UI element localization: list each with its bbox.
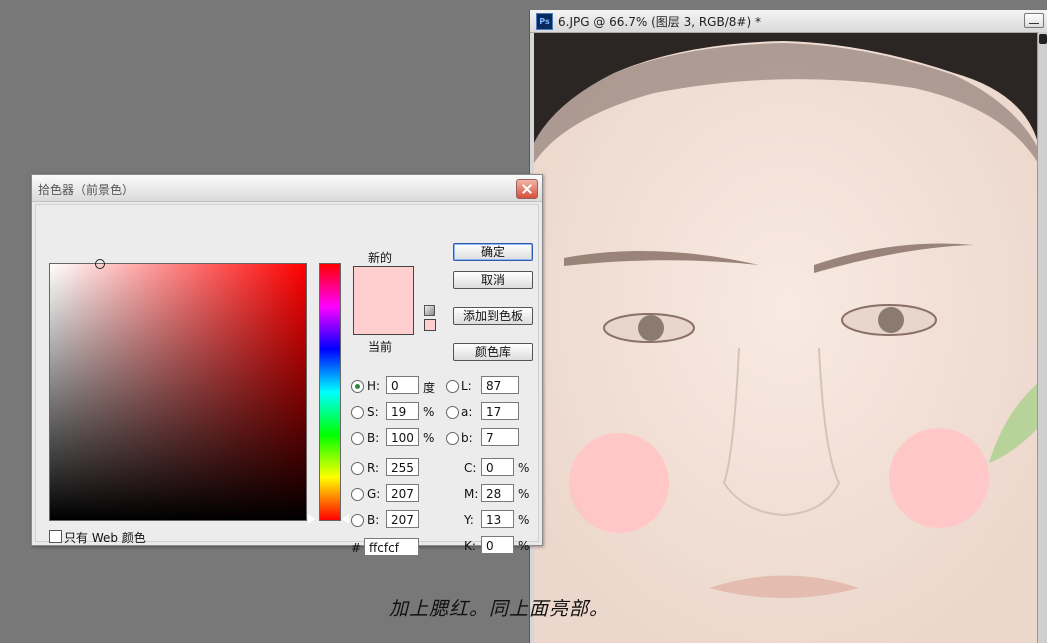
dialog-body: 新的 当前 确定 取消 添加到色板 颜色库 H: 0 度 S: 19 % B: …: [35, 204, 539, 556]
gamut-correction-swatch[interactable]: [424, 319, 436, 331]
document-scrollbar[interactable]: [1037, 32, 1047, 643]
lab-l-radio[interactable]: [446, 380, 459, 393]
blue-radio[interactable]: [351, 514, 364, 527]
cancel-button[interactable]: 取消: [453, 271, 533, 289]
hex-label: #: [351, 541, 362, 555]
web-colors-only-label: 只有 Web 颜色: [64, 531, 146, 545]
hue-slider-left-arrow[interactable]: [308, 514, 315, 524]
photo-canvas[interactable]: [534, 33, 1038, 643]
blue-label: B:: [367, 513, 380, 527]
lab-b-input[interactable]: 7: [481, 428, 519, 446]
lab-l-label: L:: [461, 379, 472, 393]
hue-label: H:: [367, 379, 381, 393]
saturation-unit: %: [423, 405, 435, 419]
color-picker-dialog: 拾色器（前景色） 新的 当前 确定 取消 添加到色板 颜色库 H: 0 度 S:…: [31, 174, 543, 556]
red-label: R:: [367, 461, 380, 475]
dialog-title: 拾色器（前景色）: [38, 183, 135, 197]
hue-slider-right-arrow[interactable]: [342, 514, 349, 524]
green-radio[interactable]: [351, 488, 364, 501]
hue-slider[interactable]: [319, 263, 341, 521]
new-color-swatch: [354, 267, 413, 301]
lab-a-label: a:: [461, 405, 473, 419]
lab-b-radio[interactable]: [446, 432, 459, 445]
color-field[interactable]: [49, 259, 307, 521]
portrait-photo: [534, 33, 1038, 643]
document-title: 6.JPG @ 66.7% (图层 3, RGB/8#) *: [558, 15, 761, 29]
close-icon[interactable]: [516, 179, 538, 199]
document-window: Ps 6.JPG @ 66.7% (图层 3, RGB/8#) *: [529, 10, 1047, 643]
color-swatch: [353, 266, 414, 335]
brightness-label: B:: [367, 431, 380, 445]
yellow-unit: %: [518, 513, 530, 527]
yellow-label: Y:: [464, 513, 474, 527]
magenta-input[interactable]: 28: [481, 484, 514, 502]
current-color-label: 当前: [368, 340, 393, 354]
lab-a-radio[interactable]: [446, 406, 459, 419]
hue-unit: 度: [423, 381, 436, 395]
brightness-input[interactable]: 100: [386, 428, 419, 446]
brightness-unit: %: [423, 431, 435, 445]
saturation-input[interactable]: 19: [386, 402, 419, 420]
dialog-titlebar[interactable]: 拾色器（前景色）: [32, 175, 542, 202]
green-input[interactable]: 207: [386, 484, 419, 502]
hue-input[interactable]: 0: [386, 376, 419, 394]
tutorial-caption: 加上腮红。同上面亮部。: [389, 598, 610, 620]
color-field-cursor[interactable]: [95, 259, 105, 269]
add-to-swatches-button[interactable]: 添加到色板: [453, 307, 533, 325]
magenta-label: M:: [464, 487, 479, 501]
lab-l-input[interactable]: 87: [481, 376, 519, 394]
red-radio[interactable]: [351, 462, 364, 475]
current-color-swatch[interactable]: [354, 301, 413, 334]
saturation-label: S:: [367, 405, 379, 419]
cyan-input[interactable]: 0: [481, 458, 514, 476]
lab-b-label: b:: [461, 431, 473, 445]
yellow-input[interactable]: 13: [481, 510, 514, 528]
green-label: G:: [367, 487, 381, 501]
hue-radio[interactable]: [351, 380, 364, 393]
blue-input[interactable]: 207: [386, 510, 419, 528]
gamut-warning-icon[interactable]: [424, 305, 435, 316]
magenta-unit: %: [518, 487, 530, 501]
hex-input[interactable]: ffcfcf: [364, 538, 419, 556]
red-input[interactable]: 255: [386, 458, 419, 476]
color-libraries-button[interactable]: 颜色库: [453, 343, 533, 361]
minimize-icon[interactable]: [1024, 13, 1044, 28]
ps-app-icon: Ps: [536, 13, 553, 30]
cyan-unit: %: [518, 461, 530, 475]
lab-a-input[interactable]: 17: [481, 402, 519, 420]
black-unit: %: [518, 539, 530, 553]
black-input[interactable]: 0: [481, 536, 514, 554]
saturation-radio[interactable]: [351, 406, 364, 419]
web-colors-only-checkbox[interactable]: [49, 530, 62, 543]
black-label: K:: [464, 539, 476, 553]
document-titlebar[interactable]: Ps 6.JPG @ 66.7% (图层 3, RGB/8#) *: [530, 10, 1047, 33]
left-blush: [569, 433, 669, 533]
new-color-label: 新的: [368, 251, 393, 265]
cyan-label: C:: [464, 461, 477, 475]
ok-button[interactable]: 确定: [453, 243, 533, 261]
right-blush: [889, 428, 989, 528]
brightness-radio[interactable]: [351, 432, 364, 445]
